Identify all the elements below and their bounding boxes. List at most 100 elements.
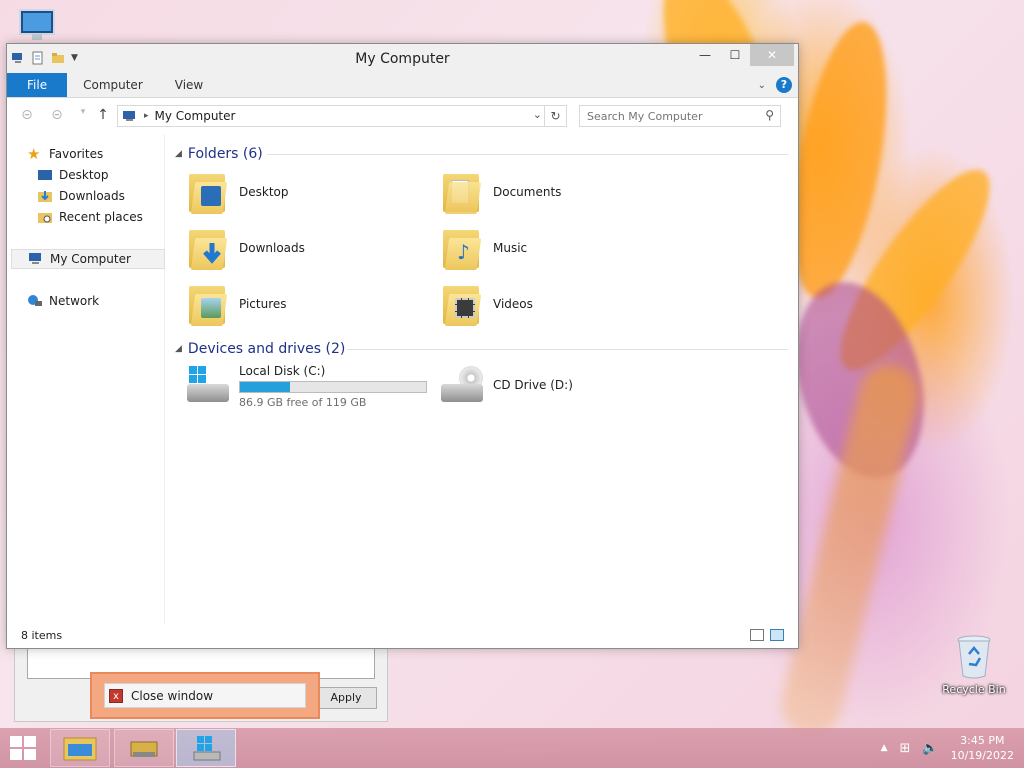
nav-recent-places[interactable]: Recent places	[37, 207, 143, 227]
nav-favorites[interactable]: ★ Favorites	[27, 144, 103, 164]
desktop-folder-icon	[187, 170, 228, 214]
drive-tile-local[interactable]: Local Disk (C:) 86.9 GB free of 119 GB	[185, 364, 427, 409]
window-controls: — ☐ ✕	[690, 44, 794, 66]
drive-free-space: 86.9 GB free of 119 GB	[239, 396, 367, 409]
drive-usage-bar	[239, 381, 427, 393]
star-icon: ★	[27, 145, 41, 163]
clock-date: 10/19/2022	[950, 749, 1014, 762]
show-hidden-icons-icon[interactable]: ▲	[881, 743, 888, 753]
search-icon[interactable]: ⚲	[765, 108, 774, 122]
taskbar-my-computer[interactable]	[176, 729, 236, 767]
downloads-icon	[38, 191, 52, 202]
pictures-folder-icon	[187, 282, 228, 326]
desktop-computer-icon[interactable]	[2, 6, 74, 47]
drive-app-icon	[130, 741, 158, 757]
music-folder-icon: ♪	[441, 226, 482, 270]
computer-icon	[29, 253, 41, 264]
nav-desktop-label: Desktop	[59, 168, 109, 182]
search-box[interactable]: ⚲	[579, 105, 781, 127]
folder-tile[interactable]: Videos	[441, 282, 533, 326]
folder-tile[interactable]: Documents	[441, 170, 561, 214]
downloads-folder-icon	[187, 226, 228, 270]
cd-drive-icon	[439, 364, 485, 408]
folder-tile[interactable]: Downloads	[187, 226, 305, 270]
start-button[interactable]	[10, 736, 38, 760]
recent-locations-icon[interactable]: ▾	[73, 107, 93, 125]
help-icon[interactable]: ?	[776, 77, 792, 93]
details-view-icon[interactable]	[750, 629, 764, 641]
folder-name: Music	[493, 241, 528, 255]
search-input[interactable]	[580, 106, 750, 126]
address-bar[interactable]: ▸ My Computer ⌄ ↻	[117, 105, 567, 127]
drive-name: CD Drive (D:)	[493, 378, 573, 392]
title-bar[interactable]: ▼ My Computer — ☐ ✕	[7, 44, 798, 74]
collapse-icon[interactable]: ◢	[175, 149, 182, 159]
ribbon-right-controls: ⌄ ?	[758, 77, 792, 93]
documents-folder-icon	[441, 170, 482, 214]
folder-name: Pictures	[239, 297, 287, 311]
folder-name: Downloads	[239, 241, 305, 255]
nav-downloads[interactable]: Downloads	[37, 186, 125, 206]
breadcrumb-chevron-icon[interactable]: ▸	[144, 111, 149, 121]
tab-computer[interactable]: Computer	[67, 73, 159, 97]
network-icon	[28, 295, 42, 306]
apply-button[interactable]: Apply	[315, 687, 377, 709]
nav-desktop[interactable]: Desktop	[37, 165, 109, 185]
forward-icon[interactable]: ⊝	[47, 107, 67, 125]
refresh-icon[interactable]: ↻	[544, 106, 566, 126]
nav-my-computer[interactable]: My Computer	[11, 249, 165, 269]
collapse-icon[interactable]: ◢	[175, 344, 182, 354]
close-icon: x	[109, 688, 123, 703]
address-row: ⊝ ⊝ ▾ ↑ ▸ My Computer ⌄ ↻ ⚲	[7, 98, 798, 134]
expand-ribbon-icon[interactable]: ⌄	[758, 80, 766, 91]
content-pane: ◢ Folders (6) Desktop Documents Download…	[175, 134, 788, 624]
clock[interactable]: 3:45 PM 10/19/2022	[951, 733, 1014, 763]
breadcrumb[interactable]: My Computer	[155, 109, 236, 123]
network-tray-icon[interactable]: ⊞	[900, 741, 911, 756]
recycle-bin-icon	[957, 635, 991, 679]
minimize-button[interactable]: —	[690, 44, 720, 66]
nav-network-label: Network	[49, 294, 100, 308]
divider	[267, 154, 788, 155]
tab-file[interactable]: File	[7, 73, 68, 97]
navigation-pane: ★ Favorites Desktop Downloads Recent pla…	[7, 134, 165, 624]
taskbar-app[interactable]	[114, 729, 174, 767]
computer-small-icon	[123, 111, 135, 121]
file-explorer-icon	[63, 737, 97, 761]
folder-tile[interactable]: ♪ Music	[441, 226, 527, 270]
drive-tile-cd[interactable]: CD Drive (D:)	[439, 364, 573, 408]
close-button[interactable]: ✕	[750, 44, 794, 66]
folders-group-header[interactable]: ◢ Folders (6)	[175, 146, 263, 162]
recycle-bin-label: Recycle Bin	[942, 683, 1006, 696]
local-disk-icon	[185, 364, 231, 408]
close-window-label: Close window	[131, 688, 214, 703]
drives-heading: Devices and drives (2)	[187, 341, 346, 357]
up-icon[interactable]: ↑	[93, 107, 113, 125]
nav-my-computer-label: My Computer	[50, 252, 131, 266]
folder-tile[interactable]: Pictures	[187, 282, 287, 326]
address-dropdown-icon[interactable]: ⌄	[533, 108, 542, 121]
tab-view[interactable]: View	[159, 73, 219, 97]
nav-network[interactable]: Network	[27, 291, 99, 311]
back-icon[interactable]: ⊝	[17, 107, 37, 125]
nav-downloads-label: Downloads	[59, 189, 125, 203]
local-disk-icon	[193, 736, 221, 761]
volume-icon[interactable]: 🔈	[922, 741, 938, 756]
taskbar-file-explorer[interactable]	[50, 729, 110, 767]
divider	[347, 349, 788, 350]
system-tray: ▲ ⊞ 🔈 3:45 PM 10/19/2022	[881, 732, 1014, 764]
folder-name: Videos	[493, 297, 533, 311]
window-title: My Computer	[355, 51, 450, 67]
large-icons-view-icon[interactable]	[770, 629, 784, 641]
close-window-item[interactable]: x Close window	[104, 683, 306, 708]
drives-group-header[interactable]: ◢ Devices and drives (2)	[175, 341, 345, 357]
recent-places-icon	[38, 213, 52, 223]
drive-usage-fill	[240, 382, 291, 392]
nav-favorites-label: Favorites	[49, 147, 104, 161]
maximize-button[interactable]: ☐	[720, 44, 750, 66]
item-count: 8 items	[21, 629, 63, 642]
folder-name: Desktop	[239, 185, 289, 199]
desktop-recycle-bin[interactable]: Recycle Bin	[938, 632, 1010, 696]
folder-tile[interactable]: Desktop	[187, 170, 289, 214]
drive-name: Local Disk (C:)	[239, 364, 326, 378]
